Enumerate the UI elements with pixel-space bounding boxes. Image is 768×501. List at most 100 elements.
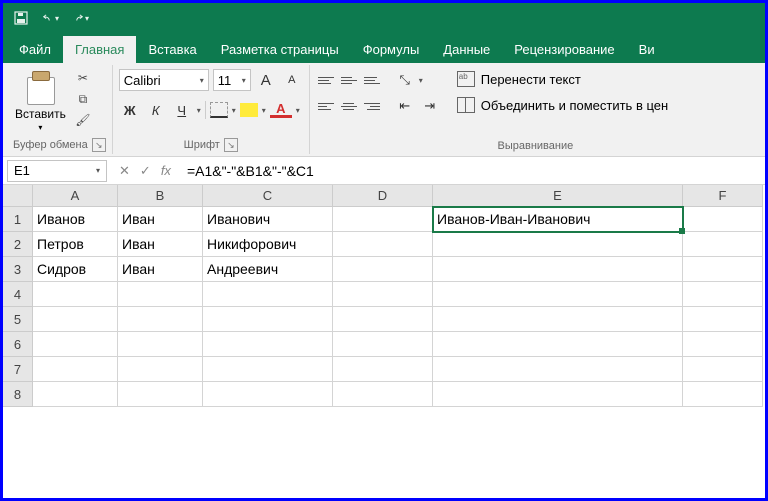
row-header-7[interactable]: 7 — [3, 357, 33, 382]
italic-button[interactable]: К — [145, 99, 167, 121]
cell-E8[interactable] — [433, 382, 683, 407]
cell-C1[interactable]: Иванович — [203, 207, 333, 232]
formula-input[interactable] — [183, 160, 761, 182]
align-top-icon[interactable] — [316, 71, 336, 89]
align-middle-icon[interactable] — [339, 71, 359, 89]
cell-D7[interactable] — [333, 357, 433, 382]
cell-D1[interactable] — [333, 207, 433, 232]
cell-F7[interactable] — [683, 357, 763, 382]
cell-F3[interactable] — [683, 257, 763, 282]
cell-A7[interactable] — [33, 357, 118, 382]
decrease-font-icon[interactable]: A — [281, 69, 303, 91]
increase-font-icon[interactable]: A — [255, 69, 277, 91]
orientation-icon[interactable]: ⤡ — [394, 69, 416, 91]
tab-главная[interactable]: Главная — [63, 36, 136, 63]
dialog-launcher-icon[interactable]: ↘ — [224, 138, 238, 152]
row-header-1[interactable]: 1 — [3, 207, 33, 232]
cell-A2[interactable]: Петров — [33, 232, 118, 257]
underline-button[interactable]: Ч — [171, 99, 193, 121]
border-icon[interactable] — [210, 102, 228, 118]
col-header-C[interactable]: C — [203, 185, 333, 207]
cell-E5[interactable] — [433, 307, 683, 332]
fx-icon[interactable]: fx — [161, 163, 171, 178]
cell-A1[interactable]: Иванов — [33, 207, 118, 232]
font-color-icon[interactable]: A — [270, 102, 292, 118]
redo-icon[interactable]: ▾ — [73, 10, 89, 26]
dialog-launcher-icon[interactable]: ↘ — [92, 138, 106, 152]
row-header-6[interactable]: 6 — [3, 332, 33, 357]
save-icon[interactable] — [13, 10, 29, 26]
cell-B4[interactable] — [118, 282, 203, 307]
tab-рецензирование[interactable]: Рецензирование — [502, 36, 626, 63]
row-header-2[interactable]: 2 — [3, 232, 33, 257]
cell-D5[interactable] — [333, 307, 433, 332]
name-box[interactable]: E1▾ — [7, 160, 107, 182]
cell-A4[interactable] — [33, 282, 118, 307]
tab-формулы[interactable]: Формулы — [351, 36, 432, 63]
cell-C4[interactable] — [203, 282, 333, 307]
align-left-icon[interactable] — [316, 97, 336, 115]
cell-A3[interactable]: Сидров — [33, 257, 118, 282]
col-header-E[interactable]: E — [433, 185, 683, 207]
cell-A8[interactable] — [33, 382, 118, 407]
cell-B1[interactable]: Иван — [118, 207, 203, 232]
cell-F2[interactable] — [683, 232, 763, 257]
col-header-B[interactable]: B — [118, 185, 203, 207]
cell-D3[interactable] — [333, 257, 433, 282]
tab-разметка страницы[interactable]: Разметка страницы — [209, 36, 351, 63]
merge-center-button[interactable]: Объединить и поместить в цен — [455, 95, 670, 115]
tab-вставка[interactable]: Вставка — [136, 36, 208, 63]
col-header-A[interactable]: A — [33, 185, 118, 207]
fill-color-icon[interactable] — [240, 103, 258, 117]
cell-D4[interactable] — [333, 282, 433, 307]
col-header-D[interactable]: D — [333, 185, 433, 207]
cell-F8[interactable] — [683, 382, 763, 407]
cell-C8[interactable] — [203, 382, 333, 407]
row-header-5[interactable]: 5 — [3, 307, 33, 332]
wrap-text-button[interactable]: ab Перенести текст — [455, 69, 670, 89]
cell-C7[interactable] — [203, 357, 333, 382]
col-header-F[interactable]: F — [683, 185, 763, 207]
tab-файл[interactable]: Файл — [7, 36, 63, 63]
cell-C5[interactable] — [203, 307, 333, 332]
copy-icon[interactable]: ⧉ — [74, 90, 92, 108]
cell-E6[interactable] — [433, 332, 683, 357]
cell-B7[interactable] — [118, 357, 203, 382]
cell-E3[interactable] — [433, 257, 683, 282]
align-center-icon[interactable] — [339, 97, 359, 115]
cell-D6[interactable] — [333, 332, 433, 357]
cell-A6[interactable] — [33, 332, 118, 357]
cut-icon[interactable]: ✂ — [74, 69, 92, 87]
cancel-icon[interactable]: ✕ — [119, 163, 130, 179]
increase-indent-icon[interactable]: ⇥ — [419, 95, 441, 117]
cell-D8[interactable] — [333, 382, 433, 407]
tab-данные[interactable]: Данные — [431, 36, 502, 63]
enter-icon[interactable]: ✓ — [140, 163, 151, 179]
bold-button[interactable]: Ж — [119, 99, 141, 121]
cell-E7[interactable] — [433, 357, 683, 382]
row-header-3[interactable]: 3 — [3, 257, 33, 282]
row-header-4[interactable]: 4 — [3, 282, 33, 307]
cell-E1[interactable]: Иванов-Иван-Иванович — [433, 207, 683, 232]
font-name-combo[interactable]: Calibri▾ — [119, 69, 209, 91]
cell-B3[interactable]: Иван — [118, 257, 203, 282]
cell-B8[interactable] — [118, 382, 203, 407]
cell-B5[interactable] — [118, 307, 203, 332]
cell-F1[interactable] — [683, 207, 763, 232]
decrease-indent-icon[interactable]: ⇤ — [394, 95, 416, 117]
cell-F4[interactable] — [683, 282, 763, 307]
cell-C6[interactable] — [203, 332, 333, 357]
row-header-8[interactable]: 8 — [3, 382, 33, 407]
tab-ви[interactable]: Ви — [627, 36, 667, 63]
cell-C3[interactable]: Андреевич — [203, 257, 333, 282]
cell-E4[interactable] — [433, 282, 683, 307]
font-size-combo[interactable]: 11▾ — [213, 69, 251, 91]
cell-B6[interactable] — [118, 332, 203, 357]
undo-icon[interactable]: ▾ — [43, 10, 59, 26]
align-bottom-icon[interactable] — [362, 71, 382, 89]
format-painter-icon[interactable]: 🖌 — [74, 111, 92, 129]
cell-F6[interactable] — [683, 332, 763, 357]
cell-A5[interactable] — [33, 307, 118, 332]
cell-C2[interactable]: Никифорович — [203, 232, 333, 257]
cell-F5[interactable] — [683, 307, 763, 332]
